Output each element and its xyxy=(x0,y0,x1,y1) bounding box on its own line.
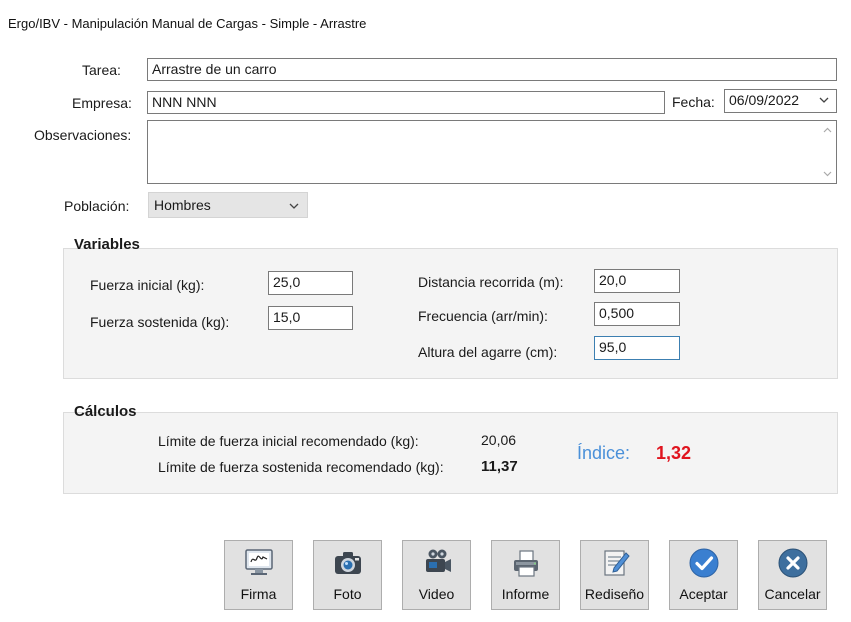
rediseno-button[interactable]: Rediseño xyxy=(580,540,649,610)
limite-inicial-label: Límite de fuerza inicial recomendado (kg… xyxy=(158,433,419,449)
foto-button[interactable]: Foto xyxy=(313,540,382,610)
camera-icon xyxy=(335,552,361,574)
indice-value: 1,32 xyxy=(656,443,692,463)
tarea-label: Tarea: xyxy=(82,62,121,78)
altura-label: Altura del agarre (cm): xyxy=(418,344,558,360)
calculos-title: Cálculos xyxy=(74,403,137,420)
poblacion-label: Población: xyxy=(64,198,130,214)
firma-label: Firma xyxy=(240,586,277,602)
distancia-label: Distancia recorrida (m): xyxy=(418,274,564,290)
fuerza-inicial-label: Fuerza inicial (kg): xyxy=(90,277,205,293)
chevron-down-icon[interactable] xyxy=(818,94,830,106)
informe-label: Informe xyxy=(501,586,550,602)
fuerza-sostenida-label: Fuerza sostenida (kg): xyxy=(90,314,230,330)
rediseno-label: Rediseño xyxy=(584,586,645,602)
firma-button[interactable]: Firma xyxy=(224,540,293,610)
fuerza-inicial-field[interactable]: 25,0 xyxy=(268,271,353,295)
limite-inicial-value: 20,06 xyxy=(481,432,517,448)
frecuencia-label: Frecuencia (arr/min): xyxy=(418,308,548,324)
video-camera-icon xyxy=(426,549,451,572)
frecuencia-field[interactable]: 0,500 xyxy=(594,302,680,326)
checkmark-circle-icon xyxy=(689,548,719,578)
aceptar-button[interactable]: Aceptar xyxy=(669,540,738,610)
signature-monitor-icon xyxy=(245,549,273,575)
calculos-group xyxy=(63,412,838,494)
notepad-pencil-icon xyxy=(604,550,630,576)
poblacion-value: Hombres xyxy=(154,197,211,213)
fuerza-sostenida-field[interactable]: 15,0 xyxy=(268,306,353,330)
observaciones-textarea[interactable] xyxy=(147,120,837,184)
title-bar: Ergo/IBV - Manipulación Manual de Cargas… xyxy=(0,0,851,44)
distancia-field[interactable]: 20,0 xyxy=(594,269,680,293)
video-button[interactable]: Video xyxy=(402,540,471,610)
foto-label: Foto xyxy=(333,586,362,602)
empresa-label: Empresa: xyxy=(72,95,132,111)
cancelar-label: Cancelar xyxy=(764,586,821,602)
poblacion-select[interactable]: Hombres xyxy=(148,192,308,218)
fecha-datepicker[interactable]: 06/09/2022 xyxy=(724,89,837,113)
altura-field[interactable]: 95,0 xyxy=(594,336,680,360)
limite-sostenida-label: Límite de fuerza sostenida recomendado (… xyxy=(158,459,444,475)
video-label: Video xyxy=(418,586,455,602)
observaciones-scrollbar[interactable] xyxy=(819,121,836,183)
chevron-down-icon[interactable] xyxy=(288,200,300,212)
observaciones-label: Observaciones: xyxy=(34,127,132,143)
aceptar-label: Aceptar xyxy=(679,586,728,602)
scroll-up-icon[interactable] xyxy=(822,125,833,136)
fecha-value: 06/09/2022 xyxy=(729,92,800,108)
scroll-down-icon[interactable] xyxy=(822,168,833,179)
informe-button[interactable]: Informe xyxy=(491,540,560,610)
limite-sostenida-value: 11,37 xyxy=(481,458,518,475)
cancelar-button[interactable]: Cancelar xyxy=(758,540,827,610)
close-circle-icon xyxy=(778,548,808,578)
indice-label: Índice: xyxy=(577,443,631,463)
window-title: Ergo/IBV - Manipulación Manual de Cargas… xyxy=(8,16,367,31)
fecha-label: Fecha: xyxy=(672,94,715,110)
empresa-field[interactable]: NNN NNN xyxy=(147,91,665,114)
printer-icon xyxy=(514,550,538,577)
variables-title: Variables xyxy=(74,236,140,253)
tarea-field[interactable]: Arrastre de un carro xyxy=(147,58,837,81)
